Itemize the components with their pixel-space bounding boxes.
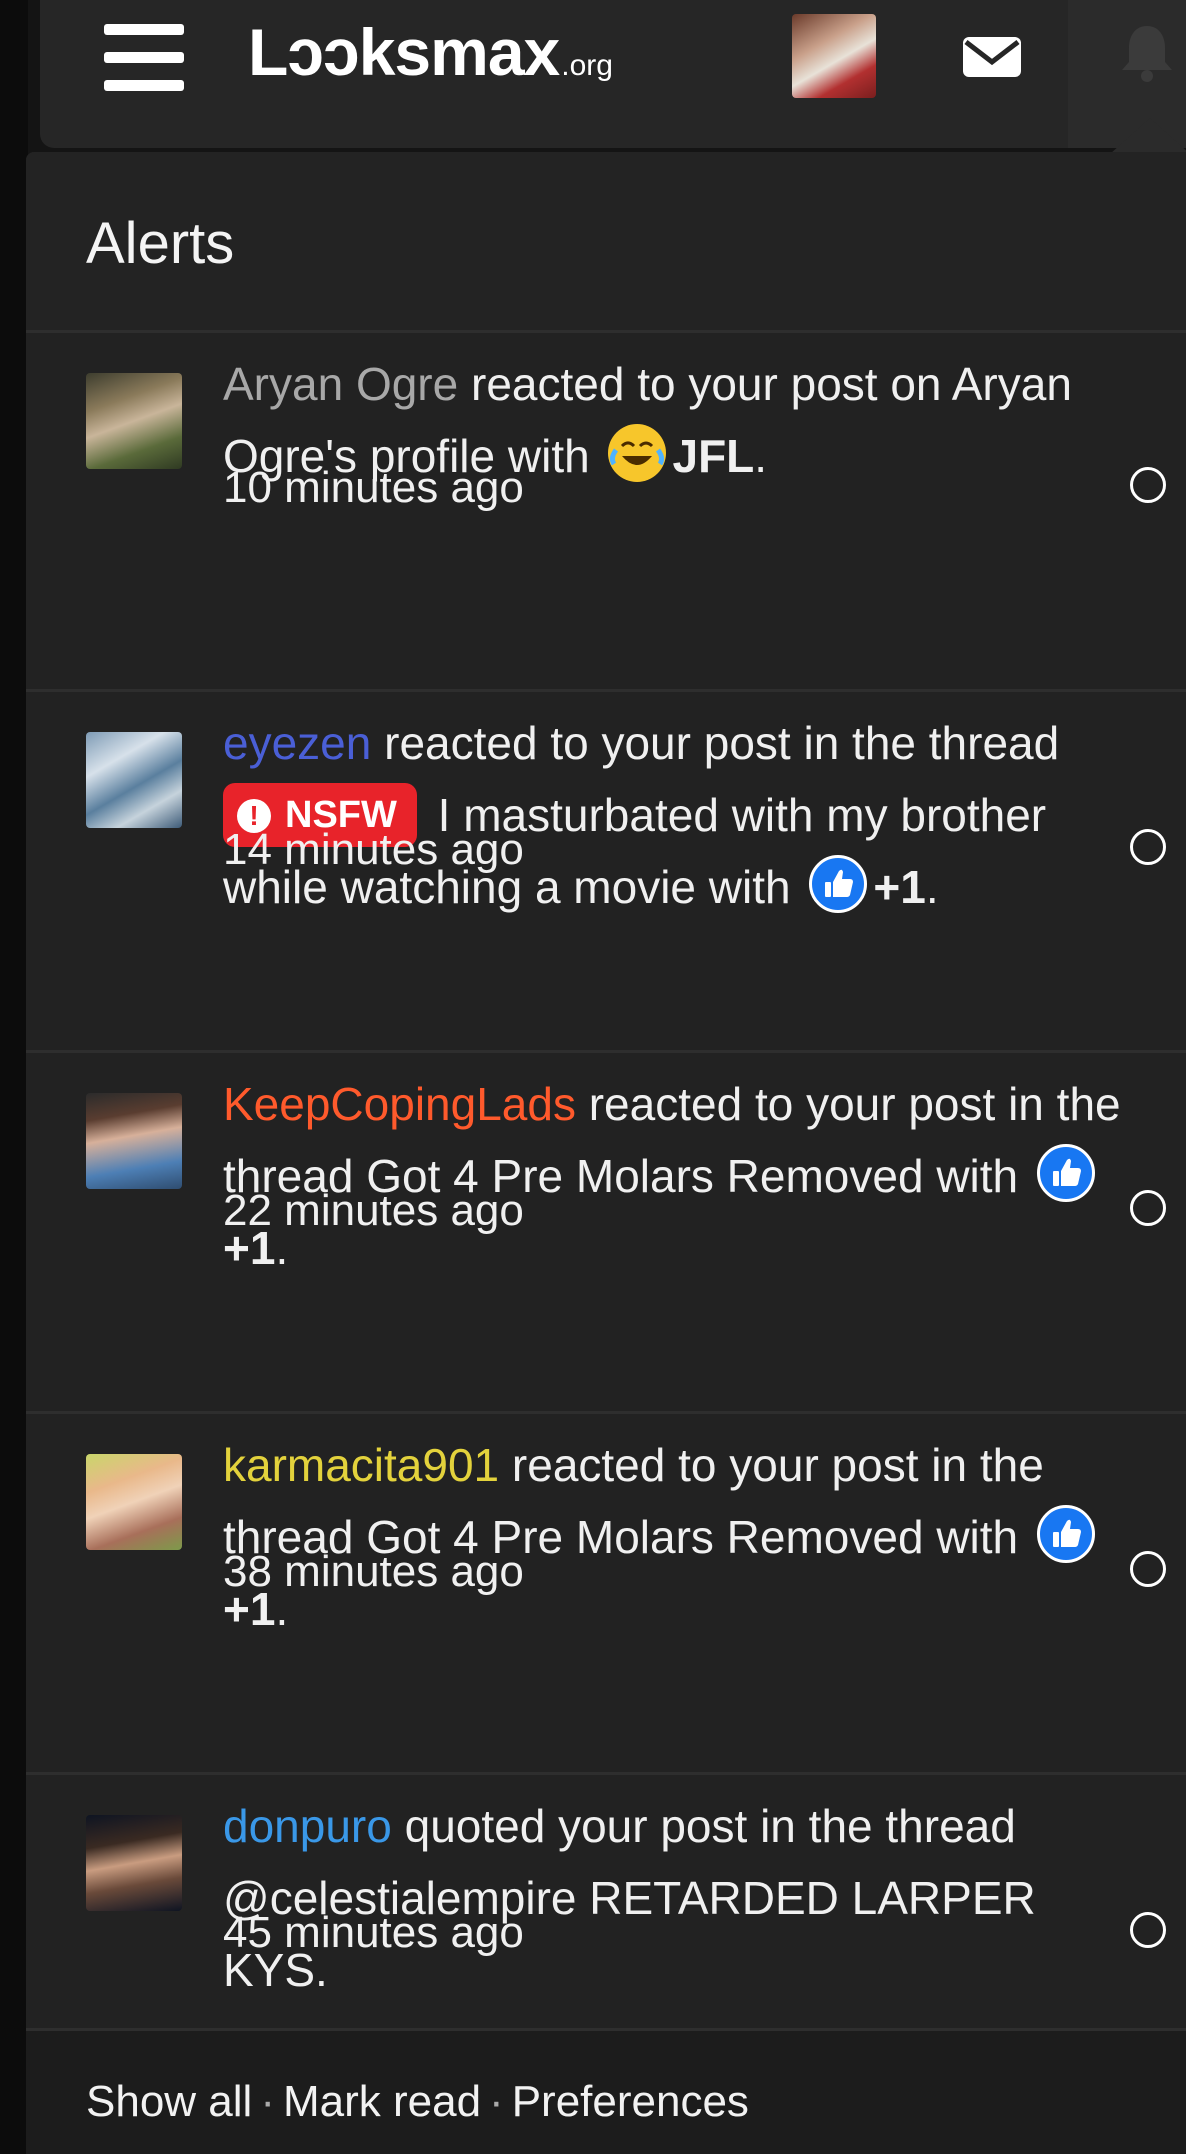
alert-avatar[interactable] xyxy=(86,1093,182,1189)
alerts-panel: Alerts Aryan Ogre reacted to your post o… xyxy=(26,152,1186,2154)
alert-avatar[interactable] xyxy=(86,1454,182,1550)
punctuation: . xyxy=(754,430,768,482)
alert-message: donpuro quoted your post in the thread @… xyxy=(223,1790,1153,2006)
user-avatar[interactable] xyxy=(792,14,876,98)
mail-icon[interactable] xyxy=(962,36,1022,78)
thumbs-up-icon xyxy=(809,855,868,913)
mark-read-toggle[interactable] xyxy=(1130,1551,1166,1587)
page-title: Alerts xyxy=(86,211,235,276)
alert-message: KeepCopingLads reacted to your post in t… xyxy=(223,1068,1153,1284)
alert-username[interactable]: eyezen xyxy=(223,717,371,769)
alert-message: eyezen reacted to your post in the threa… xyxy=(223,707,1153,923)
alert-text: reacted to your post in the thread xyxy=(371,717,1060,769)
alert-avatar[interactable] xyxy=(86,732,182,828)
alert-time: 22 minutes ago xyxy=(223,1186,524,1235)
alert-item[interactable]: eyezen reacted to your post in the threa… xyxy=(26,692,1186,1053)
alerts-footer: Show all · Mark read · Preferences xyxy=(26,2028,1186,2154)
alert-text: with xyxy=(923,1150,1031,1202)
separator: · xyxy=(260,2077,275,2126)
alert-username[interactable]: karmacita901 xyxy=(223,1439,499,1491)
menu-icon[interactable] xyxy=(104,22,184,94)
mark-read-toggle[interactable] xyxy=(1130,1912,1166,1948)
mark-read-link[interactable]: Mark read xyxy=(283,2077,481,2126)
preferences-link[interactable]: Preferences xyxy=(512,2077,749,2126)
laughing-crying-emoji-icon xyxy=(608,424,667,482)
alert-text: with xyxy=(696,861,804,913)
alert-username[interactable]: Aryan Ogre xyxy=(223,358,458,410)
alert-username[interactable]: donpuro xyxy=(223,1800,392,1852)
thumbs-up-icon xyxy=(1036,1144,1095,1202)
alert-item[interactable]: karmacita901 reacted to your post in the… xyxy=(26,1414,1186,1775)
alert-time: 14 minutes ago xyxy=(223,825,524,874)
alert-text: with xyxy=(923,1511,1031,1563)
mark-read-toggle[interactable] xyxy=(1130,467,1166,503)
left-edge xyxy=(0,0,28,2154)
reaction-label: +1 xyxy=(873,861,926,913)
alert-text: quoted your post in the thread xyxy=(391,1800,1016,1852)
alert-username[interactable]: KeepCopingLads xyxy=(223,1078,576,1130)
separator: · xyxy=(489,2077,504,2126)
alerts-header: Alerts xyxy=(26,152,1186,333)
alert-time: 45 minutes ago xyxy=(223,1908,524,1957)
site-logo[interactable]: Lↄↄksmax .org xyxy=(248,14,613,104)
punctuation: . xyxy=(925,861,939,913)
logo-text: Lↄↄksmax xyxy=(248,15,560,89)
alert-item[interactable]: Aryan Ogre reacted to your post on Aryan… xyxy=(26,333,1186,692)
alert-avatar[interactable] xyxy=(86,1815,182,1911)
show-all-link[interactable]: Show all xyxy=(86,2077,252,2126)
logo-tld: .org xyxy=(561,49,613,82)
thumbs-up-icon xyxy=(1036,1505,1095,1563)
reaction-label: JFL xyxy=(672,430,755,482)
alert-time: 38 minutes ago xyxy=(223,1547,524,1596)
alert-item[interactable]: donpuro quoted your post in the thread @… xyxy=(26,1775,1186,2028)
alert-message: karmacita901 reacted to your post in the… xyxy=(223,1429,1153,1645)
alert-item[interactable]: KeepCopingLads reacted to your post in t… xyxy=(26,1053,1186,1414)
footer-links: Show all · Mark read · Preferences xyxy=(86,2077,749,2127)
alert-avatar[interactable] xyxy=(86,373,182,469)
mark-read-toggle[interactable] xyxy=(1130,1190,1166,1226)
dropdown-pointer xyxy=(1110,118,1186,154)
bell-icon[interactable] xyxy=(1118,22,1176,84)
alert-time: 10 minutes ago xyxy=(223,463,524,512)
mark-read-toggle[interactable] xyxy=(1130,829,1166,865)
